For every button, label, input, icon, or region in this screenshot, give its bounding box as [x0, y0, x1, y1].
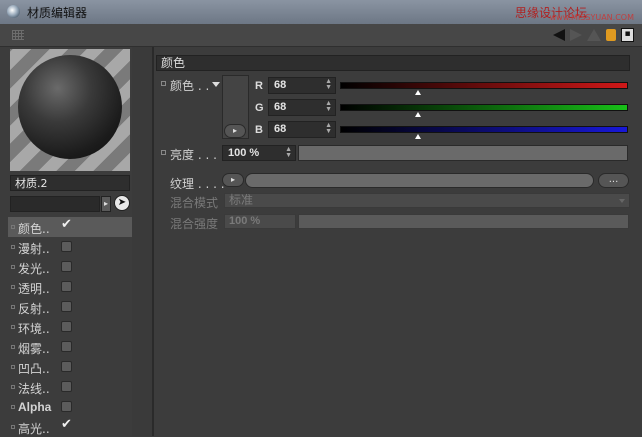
- channel-label: 凹凸..: [18, 362, 50, 376]
- channel-bump[interactable]: 凹凸..: [8, 357, 132, 377]
- app-icon: [7, 5, 20, 18]
- channel-label: 反射..: [18, 302, 50, 316]
- up-arrow-icon[interactable]: [587, 29, 601, 41]
- blend-mode-label: 混合模式: [170, 196, 219, 210]
- channel-dot: [11, 225, 15, 229]
- check-icon[interactable]: ✔: [61, 417, 72, 432]
- channel-normal[interactable]: 法线..: [8, 377, 132, 397]
- blend-strength-slider[interactable]: [298, 214, 629, 229]
- r-input[interactable]: 68 ▲ ▼: [268, 77, 336, 94]
- channel-dot: [11, 405, 15, 409]
- material-preview[interactable]: [10, 49, 130, 171]
- keyframe-dot[interactable]: [161, 150, 166, 155]
- watermark-url: www.MISSYUAN.COM: [549, 13, 634, 22]
- r-label: R: [255, 80, 263, 92]
- channel-checkbox[interactable]: [61, 401, 72, 412]
- color-picker-button[interactable]: ▸: [224, 124, 246, 138]
- grip-icon[interactable]: [12, 30, 24, 40]
- material-link-button[interactable]: ▸: [101, 196, 111, 212]
- material-link-field[interactable]: [10, 196, 100, 212]
- toolbar: ▪: [0, 24, 642, 47]
- texture-menu-button[interactable]: ▸: [222, 173, 244, 187]
- blend-mode-select[interactable]: 标准: [224, 193, 630, 208]
- g-slider[interactable]: [340, 104, 628, 117]
- channel-label: 颜色..: [18, 222, 50, 236]
- window-title: 材质编辑器: [27, 6, 88, 20]
- channel-label: 漫射..: [18, 242, 50, 256]
- channel-environment[interactable]: 环境..: [8, 317, 132, 337]
- channel-dot: [11, 365, 15, 369]
- attributes-panel: 颜色 颜色 . . ▸ R 68 ▲ ▼ G 68 ▲ ▼ B 68 ▲ ▼ 亮度 . . …: [156, 47, 642, 436]
- title-bar: 材质编辑器 思缘设计论坛 www.MISSYUAN.COM: [0, 0, 642, 24]
- g-input[interactable]: 68 ▲ ▼: [268, 99, 336, 116]
- channel-checkbox[interactable]: [61, 281, 72, 292]
- left-panel: 材质.2 ▸ ➤ 颜色.. ✔ 漫射.. 发光.. 透明.. 反射.. 环境..…: [8, 47, 133, 436]
- channel-dot: [11, 325, 15, 329]
- texture-label: 纹理 . . . .: [170, 177, 225, 191]
- channel-checkbox[interactable]: [61, 361, 72, 372]
- blend-strength-input[interactable]: 100 %: [224, 214, 296, 229]
- channel-label: Alpha: [18, 400, 52, 414]
- pick-icon[interactable]: ➤: [114, 195, 130, 211]
- channel-label: 法线..: [18, 382, 50, 396]
- channel-label: 高光..: [18, 422, 50, 436]
- brightness-slider[interactable]: [298, 145, 628, 161]
- texture-browse-button[interactable]: ...: [598, 173, 629, 188]
- channel-diffuse[interactable]: 漫射..: [8, 237, 132, 257]
- channel-checkbox[interactable]: [61, 321, 72, 332]
- back-arrow-icon[interactable]: [553, 29, 565, 41]
- panel-divider-line: [152, 47, 154, 436]
- channel-color[interactable]: 颜色.. ✔: [8, 217, 132, 237]
- channel-reflection[interactable]: 反射..: [8, 297, 132, 317]
- channel-list: 颜色.. ✔ 漫射.. 发光.. 透明.. 反射.. 环境.. 烟雾.. 凹凸.…: [8, 217, 132, 437]
- g-slider-thumb[interactable]: [415, 112, 422, 117]
- channel-checkbox[interactable]: [61, 301, 72, 312]
- channel-label: 烟雾..: [18, 342, 50, 356]
- r-slider[interactable]: [340, 82, 628, 95]
- g-label: G: [255, 102, 264, 114]
- channel-checkbox[interactable]: [61, 261, 72, 272]
- channel-label: 环境..: [18, 322, 50, 336]
- channel-label: 透明..: [18, 282, 50, 296]
- brightness-input[interactable]: 100 % ▲ ▼: [222, 145, 296, 161]
- keyframe-dot[interactable]: [161, 81, 166, 86]
- channel-checkbox[interactable]: [61, 341, 72, 352]
- channel-checkbox[interactable]: [61, 381, 72, 392]
- panel-divider[interactable]: [132, 47, 152, 436]
- dropdown-icon[interactable]: [212, 82, 220, 87]
- b-label: B: [255, 124, 263, 136]
- section-header: 颜色: [156, 55, 630, 71]
- channel-dot: [11, 245, 15, 249]
- b-slider-thumb[interactable]: [415, 134, 422, 139]
- material-name[interactable]: 材质.2: [10, 175, 130, 191]
- channel-transparency[interactable]: 透明..: [8, 277, 132, 297]
- forward-arrow-icon[interactable]: [570, 29, 582, 41]
- preview-sphere: [18, 55, 122, 159]
- lock-icon[interactable]: [606, 29, 616, 41]
- blend-strength-label: 混合强度: [170, 217, 219, 231]
- channel-dot: [11, 305, 15, 309]
- channel-dot: [11, 425, 15, 429]
- channel-fog[interactable]: 烟雾..: [8, 337, 132, 357]
- texture-field[interactable]: [245, 173, 594, 188]
- channel-alpha[interactable]: Alpha: [8, 397, 132, 417]
- channel-label: 发光..: [18, 262, 50, 276]
- color-label: 颜色 . .: [170, 79, 210, 93]
- channel-specular[interactable]: 高光.. ✔: [8, 417, 132, 437]
- check-icon[interactable]: ✔: [61, 217, 72, 232]
- brightness-label: 亮度 . . . .: [170, 148, 225, 162]
- channel-checkbox[interactable]: [61, 241, 72, 252]
- r-slider-thumb[interactable]: [415, 90, 422, 95]
- menu-icon[interactable]: ▪: [621, 28, 634, 42]
- channel-luminance[interactable]: 发光..: [8, 257, 132, 277]
- b-input[interactable]: 68 ▲ ▼: [268, 121, 336, 138]
- channel-dot: [11, 265, 15, 269]
- channel-dot: [11, 385, 15, 389]
- channel-dot: [11, 345, 15, 349]
- chevron-down-icon: [619, 199, 625, 203]
- channel-dot: [11, 285, 15, 289]
- b-slider[interactable]: [340, 126, 628, 139]
